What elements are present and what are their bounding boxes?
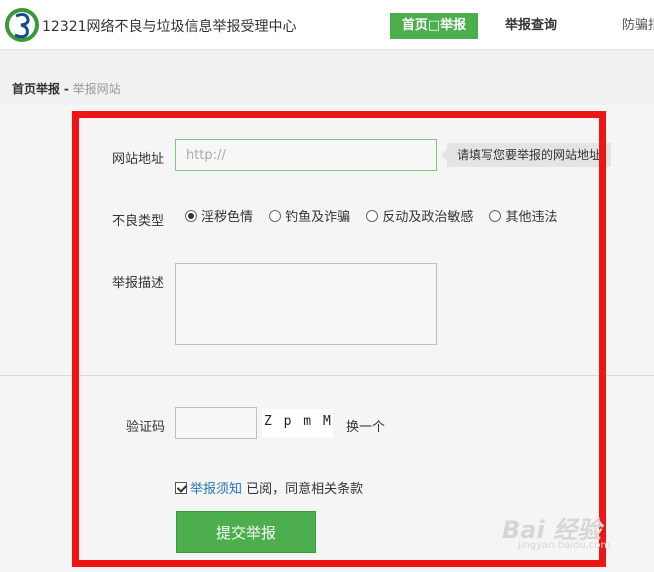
submit-button[interactable]: 提交举报 bbox=[176, 511, 316, 553]
site-title: 12321网络不良与垃圾信息举报受理中心 bbox=[42, 19, 297, 35]
desc-label: 举报描述 bbox=[112, 276, 165, 291]
radio-label: 其他违法 bbox=[505, 210, 558, 225]
breadcrumb-separator: - bbox=[63, 82, 69, 96]
radio-label: 淫秽色情 bbox=[201, 210, 254, 225]
captcha-image: Z p m M bbox=[262, 409, 333, 437]
captcha-input[interactable] bbox=[175, 407, 257, 439]
logo-icon bbox=[5, 8, 39, 42]
breadcrumb-home[interactable]: 首页举报 bbox=[12, 82, 60, 96]
refresh-captcha-link[interactable]: 换一个 bbox=[346, 416, 385, 435]
radio-porn[interactable]: 淫秽色情 bbox=[185, 208, 253, 228]
breadcrumb-current: 举报网站 bbox=[72, 82, 121, 96]
type-radio-group: 淫秽色情 钓鱼及诈骗 反动及政治敏感 其他违法 bbox=[185, 208, 569, 228]
captcha-text: Z p m M bbox=[264, 414, 333, 429]
type-label: 不良类型 bbox=[112, 214, 165, 229]
nav-home-report[interactable]: 首页□举报 bbox=[390, 13, 478, 39]
radio-checked-icon[interactable] bbox=[185, 210, 197, 222]
header-bar: 12321网络不良与垃圾信息举报受理中心 首页□举报 举报查询 防骗指 bbox=[0, 0, 654, 50]
radio-political[interactable]: 反动及政治敏感 bbox=[366, 208, 473, 228]
url-label: 网站地址 bbox=[112, 152, 165, 167]
radio-unchecked-icon[interactable] bbox=[269, 210, 282, 222]
radio-label: 钓鱼及诈骗 bbox=[285, 210, 351, 225]
watermark-url: jingyan.baidu.com bbox=[518, 540, 611, 551]
url-tooltip: 请填写您要举报的网站地址 bbox=[440, 143, 612, 167]
captcha-label: 验证码 bbox=[126, 420, 166, 435]
radio-other[interactable]: 其他违法 bbox=[489, 208, 557, 228]
radio-unchecked-icon[interactable] bbox=[489, 210, 502, 222]
radio-unchecked-icon[interactable] bbox=[366, 210, 379, 222]
agree-text: 已阅，同意相关条款 bbox=[246, 482, 364, 497]
url-input[interactable] bbox=[175, 139, 437, 171]
terms-link[interactable]: 举报须知 bbox=[190, 482, 242, 497]
nav-anti-fraud[interactable]: 防骗指 bbox=[622, 13, 654, 39]
section-divider bbox=[0, 375, 654, 376]
agree-checkbox-icon[interactable] bbox=[175, 482, 187, 494]
agree-terms: 举报须知 已阅，同意相关条款 bbox=[175, 478, 363, 497]
radio-label: 反动及政治敏感 bbox=[382, 210, 474, 225]
breadcrumb: 首页举报 - 举报网站 bbox=[12, 80, 121, 97]
baidu-watermark: Bai 经验 jingyan.baidu.com bbox=[498, 506, 648, 554]
nav-report-query[interactable]: 举报查询 bbox=[505, 13, 557, 39]
description-textarea[interactable] bbox=[175, 263, 437, 345]
radio-phishing[interactable]: 钓鱼及诈骗 bbox=[269, 208, 350, 228]
